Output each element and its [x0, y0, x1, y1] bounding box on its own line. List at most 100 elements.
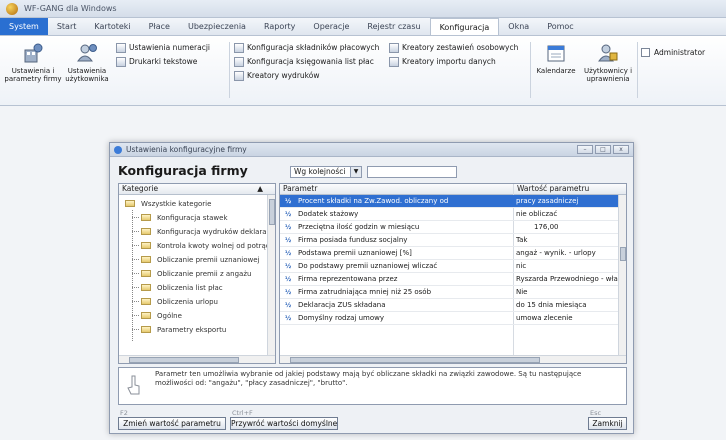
- category-item[interactable]: Ogólne: [141, 309, 182, 322]
- text-printers-label: Drukarki tekstowe: [129, 57, 198, 66]
- parameter-value[interactable]: pracy zasadniczej: [516, 195, 620, 207]
- change-value-button[interactable]: Zmień wartość parametru: [118, 417, 226, 430]
- menu-ubezpieczenia[interactable]: Ubezpieczenia: [179, 18, 255, 35]
- parameter-name: Procent składki na Zw.Zawod. obliczany o…: [298, 197, 449, 205]
- categories-panel: Kategorie ▲ Wszystkie kategorie Konfigur…: [118, 183, 276, 364]
- parameter-value[interactable]: Tak: [516, 234, 620, 246]
- close-icon[interactable]: x: [613, 145, 629, 154]
- menu-kartoteki[interactable]: Kartoteki: [85, 18, 139, 35]
- parameter-value[interactable]: angaż - wynik. - urlopy: [516, 247, 620, 259]
- parameters-vertical-scrollbar[interactable]: [618, 195, 626, 355]
- app-icon: [6, 2, 18, 15]
- close-button[interactable]: Zamknij: [588, 417, 627, 430]
- parameter-row[interactable]: ½ Firma reprezentowana przez Ryszarda Pr…: [280, 273, 620, 286]
- tree-connector: [132, 245, 139, 246]
- calendar-icon: [547, 45, 565, 62]
- category-item[interactable]: Obliczenia list płac: [141, 281, 223, 294]
- category-item[interactable]: Konfiguracja stawek: [141, 211, 228, 224]
- menu-system[interactable]: System: [0, 18, 48, 35]
- minimize-icon[interactable]: –: [577, 145, 593, 154]
- parameters-header: Parametr Wartość parametru: [280, 184, 626, 195]
- category-item[interactable]: Obliczanie premii z angażu: [141, 267, 251, 280]
- menu-raporty[interactable]: Raporty: [255, 18, 304, 35]
- category-item[interactable]: Obliczenia urlopu: [141, 295, 218, 308]
- user-settings-button[interactable]: Ustawienia użytkownika: [64, 42, 110, 83]
- company-settings-label: Ustawienia i parametry firmy: [4, 67, 62, 83]
- pointer-hand-icon: [127, 375, 140, 395]
- menu-okna[interactable]: Okna: [499, 18, 538, 35]
- checkbox-box[interactable]: [641, 48, 650, 57]
- user-lock-icon: [598, 44, 618, 62]
- parameter-value[interactable]: umowa zlecenie: [516, 312, 620, 324]
- collapse-arrow-icon[interactable]: ▲: [257, 184, 263, 194]
- value-column-header[interactable]: Wartość parametru: [517, 184, 589, 194]
- title-bar: WF-GANG dla Windows: [0, 0, 726, 18]
- parameter-row[interactable]: ½ Deklaracja ZUS składana do 15 dnia mie…: [280, 299, 620, 312]
- building-gear-icon: [24, 43, 43, 63]
- menu-bar: System Start Kartoteki Płace Ubezpieczen…: [0, 18, 726, 36]
- category-item[interactable]: Parametry eksportu: [141, 323, 226, 336]
- menu-operacje[interactable]: Operacje: [304, 18, 358, 35]
- parameter-icon: ½: [285, 276, 292, 283]
- printout-wizards-label: Kreatory wydruków: [247, 71, 320, 80]
- menu-pomoc[interactable]: Pomoc: [538, 18, 583, 35]
- payroll-posting-config-button[interactable]: Konfiguracja księgowania list płac: [234, 56, 374, 67]
- menu-start[interactable]: Start: [48, 18, 86, 35]
- scroll-thumb[interactable]: [129, 357, 239, 363]
- administrator-checkbox[interactable]: Administrator: [641, 48, 705, 57]
- parameter-value[interactable]: 176,00: [534, 221, 626, 233]
- tree-connector: [132, 287, 139, 288]
- parameter-description-box: Parametr ten umożliwia wybranie od jakie…: [118, 367, 627, 405]
- restore-defaults-button[interactable]: Przywróć wartości domyślne: [230, 417, 338, 430]
- parameter-row[interactable]: ½ Firma posiada fundusz socjalny Tak: [280, 234, 620, 247]
- parameter-value[interactable]: do 15 dnia miesiąca: [516, 299, 620, 311]
- parameter-value[interactable]: Nie: [516, 286, 620, 298]
- payroll-components-config-button[interactable]: Konfiguracja składników płacowych: [234, 42, 379, 53]
- parameter-name: Deklaracja ZUS składana: [298, 301, 386, 309]
- categories-horizontal-scrollbar[interactable]: [119, 355, 275, 363]
- category-item[interactable]: Konfiguracja wydruków deklaracji: [141, 225, 274, 238]
- menu-place[interactable]: Płace: [140, 18, 179, 35]
- search-input[interactable]: [367, 166, 457, 178]
- tree-connector: [132, 273, 139, 274]
- parameter-row[interactable]: ½ Dodatek stażowy nie obliczać: [280, 208, 620, 221]
- sort-order-select[interactable]: Wg kolejności ▼: [290, 166, 362, 178]
- category-item[interactable]: Obliczanie premii uznaniowej: [141, 253, 259, 266]
- parameter-icon: ½: [285, 250, 292, 257]
- scroll-thumb[interactable]: [269, 199, 275, 225]
- parameter-name: Firma posiada fundusz socjalny: [298, 236, 408, 244]
- printout-wizards-button[interactable]: Kreatory wydruków: [234, 70, 319, 81]
- parameter-row[interactable]: ½ Domyślny rodzaj umowy umowa zlecenie: [280, 312, 620, 325]
- parameter-name: Podstawa premii uznaniowej [%]: [298, 249, 412, 257]
- parameter-icon: ½: [285, 289, 292, 296]
- numbering-settings-label: Ustawienia numeracji: [129, 43, 210, 52]
- maximize-icon[interactable]: □: [595, 145, 611, 154]
- parameter-row[interactable]: ½ Firma zatrudniająca mniej niż 25 osób …: [280, 286, 620, 299]
- categories-vertical-scrollbar[interactable]: [267, 195, 275, 355]
- parameter-icon: ½: [285, 237, 292, 244]
- parameter-row[interactable]: ½ Do podstawy premii uznaniowej wliczać …: [280, 260, 620, 273]
- tree-connector: [132, 301, 139, 302]
- calendars-button[interactable]: Kalendarze: [533, 42, 579, 75]
- category-item[interactable]: Wszystkie kategorie: [125, 197, 211, 210]
- menu-konfiguracja[interactable]: Konfiguracja: [429, 18, 500, 35]
- menu-rejestr-czasu[interactable]: Rejestr czasu: [358, 18, 429, 35]
- data-import-wizards-button[interactable]: Kreatory importu danych: [389, 56, 496, 67]
- personal-sets-wizards-button[interactable]: Kreatory zestawień osobowych: [389, 42, 518, 53]
- parameter-row[interactable]: ½ Podstawa premii uznaniowej [%] angaż -…: [280, 247, 620, 260]
- scroll-thumb[interactable]: [620, 247, 626, 261]
- users-permissions-button[interactable]: Użytkownicy i uprawnienia: [580, 42, 636, 83]
- scroll-thumb[interactable]: [290, 357, 540, 363]
- chevron-down-icon[interactable]: ▼: [350, 167, 361, 177]
- parameter-row[interactable]: ½ Procent składki na Zw.Zawod. obliczany…: [280, 195, 620, 208]
- param-column-header[interactable]: Parametr: [283, 184, 317, 194]
- parameter-value[interactable]: nie obliczać: [516, 208, 620, 220]
- parameter-value[interactable]: Ryszarda Przewodniego - właściciela: [516, 273, 620, 285]
- text-printers-button[interactable]: Drukarki tekstowe: [116, 56, 197, 67]
- numbering-settings-button[interactable]: Ustawienia numeracji: [116, 42, 210, 53]
- parameter-row[interactable]: ½ Przeciętna ilość godzin w miesiącu 176…: [280, 221, 620, 234]
- company-settings-button[interactable]: Ustawienia i parametry firmy: [2, 42, 64, 83]
- parameter-value[interactable]: nic: [516, 260, 620, 272]
- category-item[interactable]: Kontrola kwoty wolnej od potrąceń: [141, 239, 275, 252]
- parameters-horizontal-scrollbar[interactable]: [280, 355, 626, 363]
